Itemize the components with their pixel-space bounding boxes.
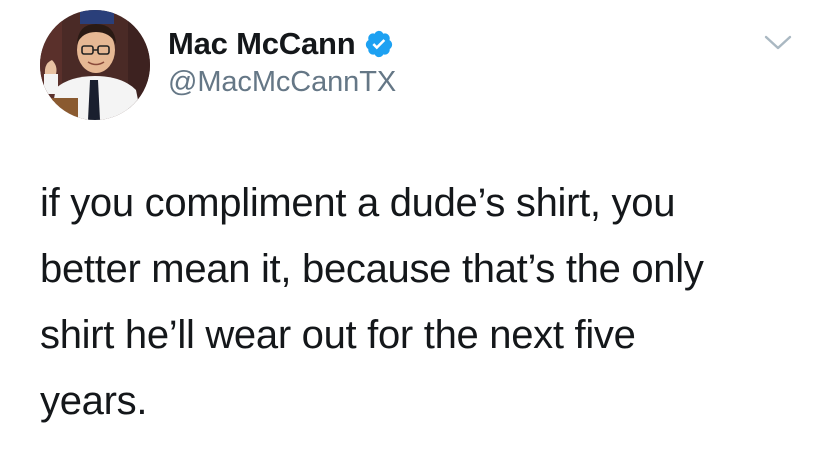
tweet-text-line: years. bbox=[40, 379, 148, 423]
chevron-down-icon[interactable] bbox=[762, 30, 794, 54]
tweet-text-line: better mean it, because that’s the only bbox=[40, 247, 704, 291]
tweet-text-line: if you compliment a dude’s shirt, you bbox=[40, 181, 676, 225]
verified-badge-icon bbox=[364, 29, 394, 59]
author-name-row: Mac McCann bbox=[168, 24, 394, 64]
tweet-text: if you compliment a dude’s shirt, you be… bbox=[40, 170, 800, 434]
display-name[interactable]: Mac McCann bbox=[168, 26, 356, 62]
author-handle[interactable]: @MacMcCannTX bbox=[168, 66, 396, 99]
tweet: Mac McCann @MacMcCannTX if you complimen… bbox=[0, 0, 828, 450]
tweet-text-line: shirt he’ll wear out for the next five bbox=[40, 313, 636, 357]
avatar-image bbox=[40, 10, 150, 120]
avatar[interactable] bbox=[40, 10, 150, 120]
